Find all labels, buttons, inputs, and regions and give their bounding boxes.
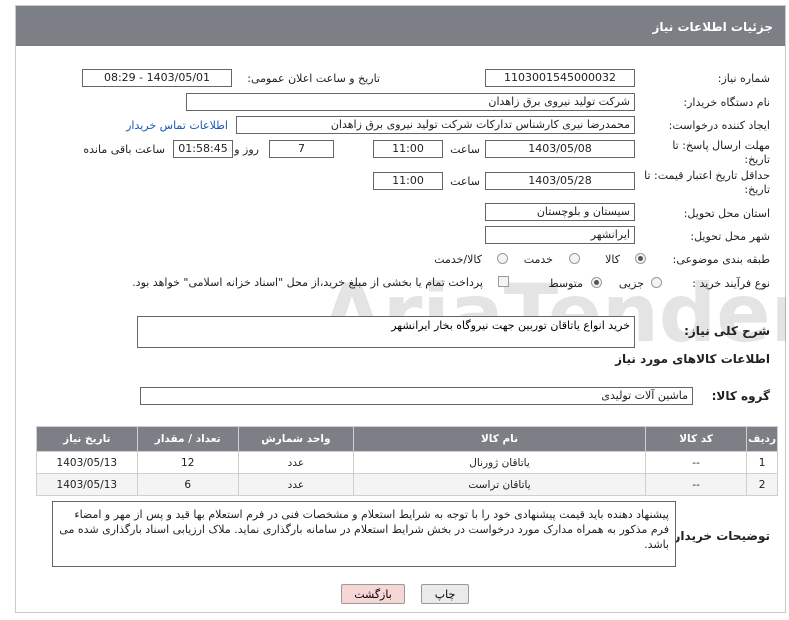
- cell-row: 2: [746, 473, 778, 496]
- creator-field: محمدرضا نیری کارشناس تدارکات شرکت تولید …: [236, 116, 635, 134]
- province-field: سیستان و بلوچستان: [485, 203, 635, 221]
- col-name: نام کالا: [352, 426, 647, 452]
- buyer-label: نام دستگاه خریدار:: [683, 96, 770, 109]
- city-field: ایرانشهر: [485, 226, 635, 244]
- table-row: 1 -- یاتاقان ژورنال عدد 12 1403/05/13: [36, 451, 778, 474]
- deadline-date-label: تاریخ:: [744, 153, 770, 166]
- col-unit: واحد شمارش: [237, 426, 355, 452]
- watermark-logo: AriaTender.neT: [321, 267, 786, 360]
- creator-label: ایجاد کننده درخواست:: [668, 119, 770, 132]
- goods-table-header: ردیف کد کالا نام کالا واحد شمارش تعداد /…: [36, 426, 778, 452]
- description-textarea[interactable]: خرید انواع یاتاقان توربین جهت نیروگاه بخ…: [137, 316, 635, 348]
- city-label: شهر محل تحویل:: [690, 230, 770, 243]
- category-service-label: خدمت: [523, 253, 553, 266]
- deadline-label: مهلت ارسال پاسخ: تا: [672, 139, 770, 152]
- goods-table: ردیف کد کالا نام کالا واحد شمارش تعداد /…: [36, 426, 778, 496]
- goods-section-title: اطلاعات کالاهای مورد نیاز: [615, 352, 770, 366]
- deadline-date-field: 1403/05/08: [485, 140, 635, 158]
- col-code: کد کالا: [645, 426, 748, 452]
- validity-label: حداقل تاریخ اعتبار قیمت: تا: [644, 169, 770, 182]
- process-medium-label: متوسط: [548, 277, 583, 290]
- announce-label: تاریخ و ساعت اعلان عمومی:: [247, 72, 380, 85]
- category-label: طبقه بندی موضوعی:: [672, 253, 770, 266]
- panel-title: جزئیات اطلاعات نیاز: [16, 6, 785, 46]
- cell-unit: عدد: [237, 451, 355, 474]
- col-qty: تعداد / مقدار: [136, 426, 239, 452]
- buyer-notes-label: توضیحات خریدار:: [668, 529, 770, 543]
- deadline-time-label: ساعت: [450, 143, 480, 156]
- need-number-field: 1103001545000032: [485, 69, 635, 87]
- announce-field: 1403/05/01 - 08:29: [82, 69, 232, 87]
- process-radio-minor[interactable]: [651, 277, 662, 288]
- col-row: ردیف: [746, 426, 778, 452]
- cell-row: 1: [746, 451, 778, 474]
- validity-date-field: 1403/05/28: [485, 172, 635, 190]
- goods-group-field: ماشین آلات تولیدی: [140, 387, 693, 405]
- table-row: 2 -- یاتاقان تراست عدد 6 1403/05/13: [36, 473, 778, 496]
- col-date: تاریخ نیاز: [36, 426, 138, 452]
- cell-name: یاتاقان ژورنال: [352, 451, 647, 474]
- back-button[interactable]: بازگشت: [341, 584, 405, 604]
- contact-buyer-link[interactable]: اطلاعات تماس خریدار: [126, 119, 228, 132]
- category-goods-label: کالا: [605, 253, 620, 266]
- validity-time-field: 11:00: [373, 172, 443, 190]
- treasury-checkbox[interactable]: [498, 276, 509, 287]
- process-radio-medium[interactable]: [591, 277, 602, 288]
- cell-date: 1403/05/13: [36, 473, 138, 496]
- category-radio-goods[interactable]: [635, 253, 646, 264]
- remaining-time-field: 01:58:45: [173, 140, 233, 158]
- validity-date-label: تاریخ:: [744, 183, 770, 196]
- cell-qty: 6: [136, 473, 239, 496]
- description-label: شرح کلی نیاز:: [684, 324, 770, 338]
- cell-qty: 12: [136, 451, 239, 474]
- category-goods-service-label: کالا/خدمت: [434, 253, 482, 266]
- cell-unit: عدد: [237, 473, 355, 496]
- cell-name: یاتاقان تراست: [352, 473, 647, 496]
- category-radio-goods-service[interactable]: [497, 253, 508, 264]
- need-number-label: شماره نیاز:: [717, 72, 770, 85]
- process-label: نوع فرآیند خرید :: [692, 277, 770, 290]
- goods-group-label: گروه کالا:: [711, 389, 770, 403]
- deadline-time-field: 11:00: [373, 140, 443, 158]
- days-label: روز و: [234, 143, 259, 156]
- buyer-field: شرکت تولید نیروی برق زاهدان: [186, 93, 635, 111]
- days-field: 7: [269, 140, 334, 158]
- treasury-note: پرداخت تمام یا بخشی از مبلغ خرید،از محل …: [132, 276, 483, 289]
- cell-code: --: [645, 451, 748, 474]
- category-radio-service[interactable]: [569, 253, 580, 264]
- cell-date: 1403/05/13: [36, 451, 138, 474]
- province-label: استان محل تحویل:: [683, 207, 770, 220]
- process-minor-label: جزیی: [618, 277, 644, 290]
- validity-time-label: ساعت: [450, 175, 480, 188]
- print-button[interactable]: چاپ: [421, 584, 469, 604]
- cell-code: --: [645, 473, 748, 496]
- buyer-notes-box: پیشنهاد دهنده باید قیمت پیشنهادی خود را …: [52, 501, 676, 567]
- details-panel: جزئیات اطلاعات نیاز AriaTender.neT شماره…: [15, 5, 786, 613]
- remaining-label: ساعت باقی مانده: [83, 143, 165, 156]
